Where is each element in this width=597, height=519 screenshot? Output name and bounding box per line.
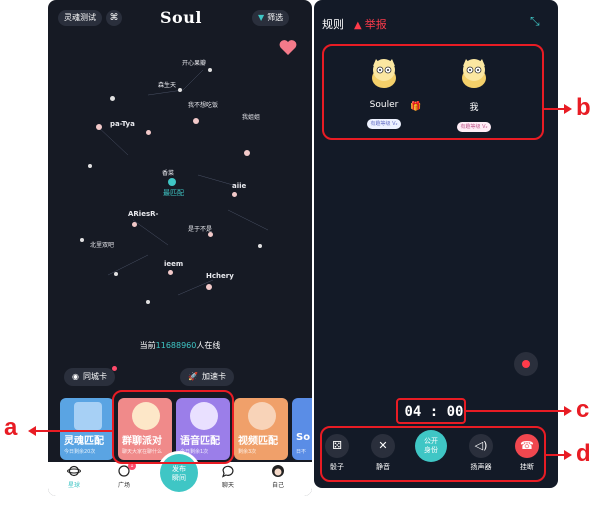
avatar-icon xyxy=(272,465,284,477)
planet-dot[interactable] xyxy=(146,130,151,135)
city-card-label: 同城卡 xyxy=(82,372,107,381)
planet-label: 香菜 xyxy=(162,170,175,177)
report-button[interactable]: ▲ 举报 xyxy=(354,16,387,32)
planet-dot[interactable] xyxy=(114,272,118,276)
soul-match-card[interactable]: 灵魂匹配 今日剩余20次 xyxy=(60,398,114,460)
planet-label: ARiesR- xyxy=(128,210,159,218)
online-number: 11688960 xyxy=(155,341,197,350)
annotation-label-b: b xyxy=(576,94,591,121)
planet-label: 我姐姐 xyxy=(242,114,261,121)
nav-planet[interactable]: 星球 xyxy=(54,464,94,489)
card-subtitle: 日不 xyxy=(296,449,307,455)
chat-icon xyxy=(221,465,234,478)
planet-dot[interactable] xyxy=(258,244,262,248)
annotation-label-c: c xyxy=(576,396,590,423)
planet-dot[interactable] xyxy=(132,222,137,227)
city-card-icon: ◉ xyxy=(72,372,79,381)
planet-dot[interactable] xyxy=(80,238,84,242)
nav-label: 自己 xyxy=(271,482,284,489)
planet-dot[interactable] xyxy=(178,88,182,92)
planet-label: pa-Tya xyxy=(110,120,135,128)
planet-dot[interactable] xyxy=(206,284,212,290)
planet-dot[interactable] xyxy=(208,68,212,72)
planet-dot[interactable] xyxy=(110,96,115,101)
card-subtitle: 今日剩余20次 xyxy=(64,449,96,455)
planet-dot[interactable] xyxy=(193,118,199,124)
girl-avatar-art xyxy=(248,402,276,430)
nav-me[interactable]: 自己 xyxy=(258,464,298,489)
nav-label: 星球 xyxy=(67,482,80,489)
arrow-head-c xyxy=(564,406,572,416)
nav-chat[interactable]: 聊天 xyxy=(208,464,248,489)
rules-link[interactable]: 规则 xyxy=(322,16,344,32)
planet-dot[interactable] xyxy=(168,178,176,186)
highlight-box-a xyxy=(112,390,234,464)
annotation-line-b xyxy=(544,108,566,110)
arrow-head-b xyxy=(564,104,572,114)
nav-label: 广场 xyxy=(117,482,130,489)
report-label: 举报 xyxy=(364,18,387,31)
bottom-nav: 星球 1 广场 发布 瞬间 聊天 自己 xyxy=(48,454,312,496)
speed-card-button[interactable]: 🚀 加速卡 xyxy=(180,368,234,386)
warning-icon: ▲ xyxy=(354,20,362,31)
video-match-card[interactable]: 视频匹配 剩余3次 xyxy=(234,398,288,460)
highlight-box-c xyxy=(396,398,466,424)
planet-dot[interactable] xyxy=(232,192,237,197)
planet-label: ieem xyxy=(164,260,184,268)
nav-label: 聊天 xyxy=(221,482,234,489)
card-title: 视频匹配 xyxy=(238,436,278,447)
arrow-head-a xyxy=(28,426,36,436)
new-badge xyxy=(111,366,117,371)
record-icon[interactable] xyxy=(514,352,538,376)
planet-label: aiie xyxy=(232,182,247,190)
annotation-line-d xyxy=(546,454,566,456)
nav-square[interactable]: 1 广场 xyxy=(104,462,144,489)
annotation-line-a xyxy=(34,430,112,432)
planet-label: 北里双吧 xyxy=(90,242,115,249)
arrow-head-d xyxy=(564,450,572,460)
puzzle-art xyxy=(74,402,102,430)
planet-dot[interactable] xyxy=(96,124,102,130)
online-prefix: 当前 xyxy=(139,341,156,350)
planet-label: 森生天 xyxy=(158,82,177,89)
online-suffix: 人在线 xyxy=(196,341,221,350)
planet-dot[interactable] xyxy=(88,164,92,168)
highlight-box-b xyxy=(322,44,544,140)
card-title: 灵魂匹配 xyxy=(64,436,104,447)
planet-dot[interactable] xyxy=(146,300,150,304)
planet-dot[interactable] xyxy=(244,150,250,156)
minimize-icon[interactable]: ⤡ xyxy=(530,14,540,29)
planet-label: 我不想吃饭 xyxy=(188,102,219,109)
highlight-box-d xyxy=(320,426,546,482)
card-subtitle: 剩余3次 xyxy=(238,449,257,455)
annotation-label-d: d xyxy=(576,440,591,467)
more-match-card[interactable]: So 日不 xyxy=(292,398,312,460)
card-title: So xyxy=(296,432,311,443)
planet-label: 开心果瓣 xyxy=(182,60,207,67)
figure-stage: 灵魂测试 ⌘ Soul ▼ 筛选 开心果瓣 森生天 我不想吃饭 我姐姐 pa-T… xyxy=(0,0,597,519)
planet-icon xyxy=(67,465,81,477)
online-count: 当前11688960人在线 xyxy=(48,340,312,351)
speed-card-label: 加速卡 xyxy=(201,372,226,381)
best-match-label[interactable]: 最匹配 xyxy=(163,188,184,198)
annotation-label-a: a xyxy=(4,414,18,441)
planet-label: 是于不是 xyxy=(188,226,213,233)
planet-dot[interactable] xyxy=(168,270,173,275)
planet-label: Hchery xyxy=(206,272,234,280)
planet-map[interactable]: 开心果瓣 森生天 我不想吃饭 我姐姐 pa-Tya 香菜 aiie ARiesR… xyxy=(48,0,312,330)
annotation-line-c xyxy=(466,410,566,412)
city-card-button[interactable]: ◉ 同城卡 xyxy=(64,366,117,386)
rocket-icon: 🚀 xyxy=(188,372,198,381)
